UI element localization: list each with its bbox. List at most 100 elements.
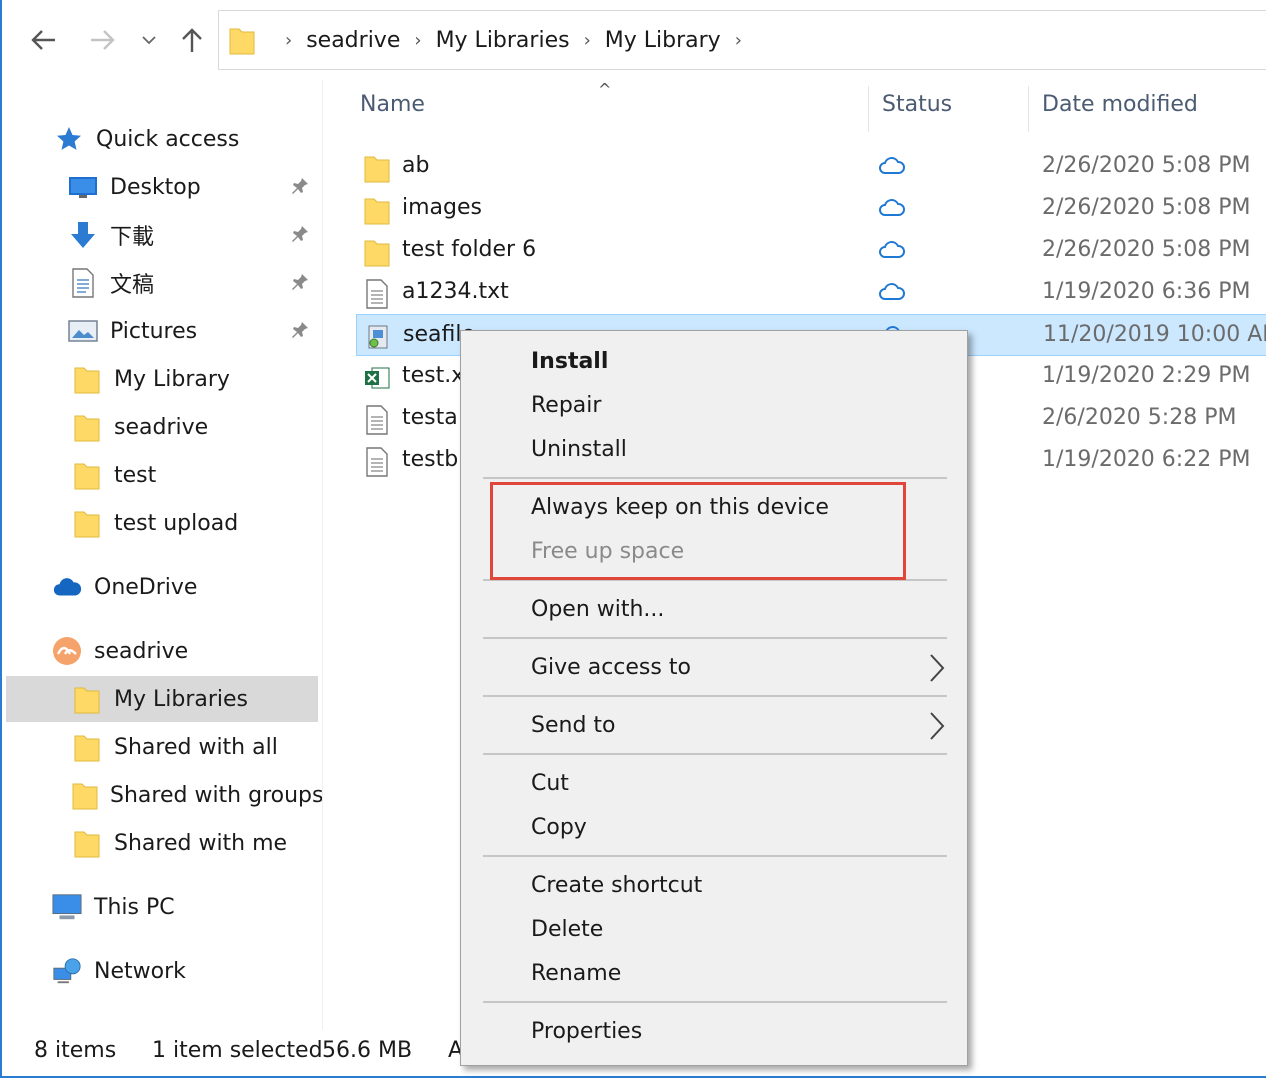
column-header-name[interactable]: Name bbox=[360, 92, 425, 132]
file-date: 11/20/2019 10:00 AM bbox=[1043, 322, 1266, 347]
sidebar-item-shared-with-me[interactable]: Shared with me bbox=[2, 820, 318, 866]
menu-item-properties[interactable]: Properties bbox=[531, 1019, 642, 1044]
column-divider[interactable] bbox=[868, 86, 869, 132]
menu-separator bbox=[483, 1001, 947, 1003]
folder-icon bbox=[364, 156, 390, 183]
seadrive-logo-icon bbox=[52, 636, 82, 666]
recent-locations-chevron-icon[interactable] bbox=[134, 22, 164, 58]
sidebar-item-label: My Libraries bbox=[114, 686, 249, 712]
menu-item-send-to[interactable]: Send to bbox=[531, 713, 616, 738]
breadcrumb-my-library[interactable]: My Library bbox=[605, 28, 721, 53]
menu-separator bbox=[483, 855, 947, 857]
sidebar-item-test[interactable]: test bbox=[2, 452, 318, 498]
sidebar-item-network[interactable]: Network bbox=[2, 948, 318, 994]
sidebar-item-onedrive[interactable]: OneDrive bbox=[2, 564, 318, 610]
file-row-test-folder-6[interactable]: test folder 6 2/26/2020 5:08 PM bbox=[356, 230, 1266, 272]
pin-icon[interactable] bbox=[290, 320, 312, 342]
sidebar-item-my-libraries[interactable]: My Libraries bbox=[6, 676, 318, 722]
cloud-icon bbox=[879, 283, 905, 300]
file-row-images[interactable]: images 2/26/2020 5:08 PM bbox=[356, 188, 1266, 230]
column-header-date-modified[interactable]: Date modified bbox=[1042, 92, 1198, 132]
chevron-right-icon[interactable]: › bbox=[584, 30, 591, 51]
onedrive-cloud-icon bbox=[52, 572, 82, 602]
menu-item-repair[interactable]: Repair bbox=[531, 393, 601, 418]
breadcrumb-my-libraries[interactable]: My Libraries bbox=[436, 28, 570, 53]
menu-item-delete[interactable]: Delete bbox=[531, 917, 603, 942]
column-header-status[interactable]: Status bbox=[882, 92, 952, 132]
sidebar-item-label: Shared with all bbox=[114, 734, 278, 760]
download-arrow-icon bbox=[68, 220, 98, 250]
menu-item-uninstall[interactable]: Uninstall bbox=[531, 437, 627, 462]
sidebar-item-label: 文稿 bbox=[110, 273, 155, 298]
menu-item-give-access-to[interactable]: Give access to bbox=[531, 655, 691, 680]
installer-package-icon bbox=[368, 325, 388, 349]
sidebar-item-documents[interactable]: 文稿 bbox=[2, 260, 318, 306]
chevron-right-icon[interactable]: › bbox=[414, 30, 421, 51]
text-file-icon bbox=[366, 447, 388, 477]
text-file-icon bbox=[366, 279, 388, 309]
sidebar-item-desktop[interactable]: Desktop bbox=[2, 164, 318, 210]
column-divider[interactable] bbox=[1028, 86, 1029, 132]
pin-icon[interactable] bbox=[290, 272, 312, 294]
pin-icon[interactable] bbox=[290, 176, 312, 198]
sidebar-item-seadrive[interactable]: seadrive bbox=[2, 628, 318, 674]
context-menu: Install Repair Uninstall Always keep on … bbox=[460, 330, 968, 1066]
sidebar-item-label: Network bbox=[94, 958, 186, 984]
file-row-ab[interactable]: ab 2/26/2020 5:08 PM bbox=[356, 146, 1266, 188]
forward-arrow-icon[interactable] bbox=[84, 22, 120, 58]
address-bar[interactable]: › seadrive › My Libraries › My Library › bbox=[218, 10, 1266, 70]
cloud-icon bbox=[879, 241, 905, 258]
sidebar-item-label: test bbox=[114, 462, 157, 488]
sidebar-item-pictures[interactable]: Pictures bbox=[2, 308, 318, 354]
menu-item-copy[interactable]: Copy bbox=[531, 815, 587, 840]
up-arrow-icon[interactable] bbox=[174, 22, 210, 58]
sidebar-item-label: test upload bbox=[114, 510, 239, 536]
sidebar-item-label: seadrive bbox=[114, 414, 209, 440]
file-name: test.x bbox=[402, 363, 465, 388]
sidebar-item-my-library[interactable]: My Library bbox=[2, 356, 318, 402]
menu-item-rename[interactable]: Rename bbox=[531, 961, 621, 986]
chevron-right-icon[interactable]: › bbox=[735, 30, 742, 51]
menu-item-open-with[interactable]: Open with... bbox=[531, 597, 664, 622]
pane-divider[interactable] bbox=[322, 80, 323, 1030]
file-date: 2/26/2020 5:08 PM bbox=[1042, 237, 1251, 262]
cloud-icon bbox=[879, 199, 905, 216]
item-count: 8 items bbox=[34, 1038, 117, 1063]
folder-icon bbox=[72, 508, 102, 538]
sidebar-item-seadrive-folder[interactable]: seadrive bbox=[2, 404, 318, 450]
file-name: images bbox=[402, 195, 482, 220]
folder-icon bbox=[72, 412, 102, 442]
sidebar-item-label: This PC bbox=[94, 894, 175, 920]
sidebar-item-label: My Library bbox=[114, 366, 230, 392]
sidebar-item-downloads[interactable]: 下載 bbox=[2, 212, 318, 258]
sidebar-item-test-upload[interactable]: test upload bbox=[2, 500, 318, 546]
breadcrumb-seadrive[interactable]: seadrive bbox=[306, 28, 400, 53]
computer-icon bbox=[52, 892, 82, 922]
pin-icon[interactable] bbox=[290, 224, 312, 246]
excel-file-icon bbox=[365, 367, 390, 389]
folder-icon bbox=[364, 240, 390, 267]
file-name: testb. bbox=[402, 447, 466, 472]
navigation-pane: Quick access Desktop 下載 文稿 Pictures My L… bbox=[2, 80, 323, 1030]
back-arrow-icon[interactable] bbox=[26, 22, 62, 58]
sidebar-item-shared-with-all[interactable]: Shared with all bbox=[2, 724, 318, 770]
file-date: 2/6/2020 5:28 PM bbox=[1042, 405, 1237, 430]
text-file-icon bbox=[366, 405, 388, 435]
folder-icon bbox=[364, 198, 390, 225]
folder-icon bbox=[72, 460, 102, 490]
sidebar-item-shared-with-groups[interactable]: Shared with groups bbox=[2, 772, 323, 818]
folder-icon bbox=[72, 684, 102, 714]
sidebar-item-quick-access[interactable]: Quick access bbox=[2, 116, 318, 162]
folder-icon bbox=[72, 732, 102, 762]
file-date: 2/26/2020 5:08 PM bbox=[1042, 195, 1251, 220]
menu-item-install[interactable]: Install bbox=[531, 349, 608, 374]
sidebar-item-label: Quick access bbox=[96, 126, 240, 152]
menu-item-cut[interactable]: Cut bbox=[531, 771, 569, 796]
annotation-highlight-box bbox=[490, 482, 906, 580]
file-row-a1234-txt[interactable]: a1234.txt 1/19/2020 6:36 PM bbox=[356, 272, 1266, 314]
sidebar-item-label: OneDrive bbox=[94, 574, 198, 600]
sidebar-item-label: Desktop bbox=[110, 174, 201, 200]
sidebar-item-label: Shared with me bbox=[114, 830, 288, 856]
menu-item-create-shortcut[interactable]: Create shortcut bbox=[531, 873, 702, 898]
sidebar-item-this-pc[interactable]: This PC bbox=[2, 884, 318, 930]
